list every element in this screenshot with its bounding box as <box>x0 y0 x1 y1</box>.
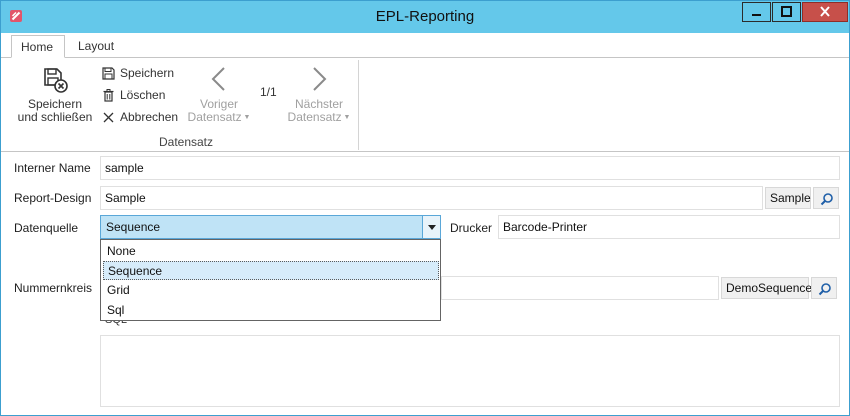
number-range-search-button[interactable] <box>811 277 837 299</box>
datasource-option-sql[interactable]: Sql <box>103 301 439 320</box>
window-title: EPL-Reporting <box>375 8 475 25</box>
internal-name-label: Interner Name <box>14 161 91 175</box>
datasource-select[interactable]: Sequence <box>100 215 441 239</box>
next-record-button[interactable]: Nächster Datensatz ▼ <box>284 66 354 124</box>
minimize-icon <box>752 14 761 16</box>
maximize-button[interactable] <box>772 2 801 22</box>
previous-record-button[interactable]: Voriger Datensatz ▼ <box>187 66 251 124</box>
close-button[interactable] <box>802 2 848 22</box>
datasource-option-none[interactable]: None <box>103 242 439 261</box>
number-range-link-button[interactable]: DemoSequence <box>721 277 812 299</box>
chevron-down-icon <box>428 225 436 230</box>
printer-label: Drucker <box>450 221 493 235</box>
record-counter: 1/1 <box>260 85 277 99</box>
minimize-button[interactable] <box>742 2 771 22</box>
ribbon-panel: Speichern und schließen Speichern Lösche… <box>1 57 849 152</box>
tab-layout[interactable]: Layout <box>69 35 123 58</box>
save-label: Speichern <box>120 66 175 80</box>
cancel-label: Abbrechen <box>120 110 179 124</box>
maximize-icon <box>781 6 792 17</box>
ribbon-tabs: Home Layout <box>1 33 849 58</box>
ribbon-group-label: Datensatz <box>158 135 214 149</box>
report-design-search-button[interactable] <box>813 187 839 209</box>
save-and-close-button[interactable]: Speichern und schließen <box>13 66 97 124</box>
report-design-input[interactable]: Sample <box>100 186 763 210</box>
number-range-label: Nummernkreis <box>14 281 93 295</box>
close-icon <box>820 6 830 17</box>
chevron-left-icon <box>211 67 225 91</box>
prev-dropdown-caret-icon: ▼ <box>241 114 251 121</box>
sql-textarea[interactable] <box>100 335 840 407</box>
datasource-selected-value: Sequence <box>106 220 161 234</box>
app-window: EPL-Reporting Home Layout Speichern und … <box>0 0 850 416</box>
delete-label: Löschen <box>120 88 166 102</box>
datasource-option-grid[interactable]: Grid <box>103 281 439 300</box>
internal-name-input[interactable]: sample <box>100 156 840 180</box>
printer-input[interactable]: Barcode-Printer <box>498 215 840 239</box>
chevron-right-icon <box>313 67 327 91</box>
prev-label-2: Datensatz <box>187 110 242 124</box>
floppy-disk-icon <box>102 67 115 80</box>
report-design-link-button[interactable]: Sample <box>765 187 811 209</box>
next-label-2: Datensatz <box>287 110 342 124</box>
datasource-dropdown-list: None Sequence Grid Sql <box>100 239 441 321</box>
ribbon-group-divider <box>358 60 359 150</box>
trash-icon <box>103 89 114 102</box>
save-close-icon <box>44 68 68 93</box>
search-icon <box>818 283 831 296</box>
save-close-label-2: und schließen <box>17 110 93 124</box>
next-dropdown-caret-icon: ▼ <box>341 114 351 121</box>
cancel-x-icon <box>103 112 114 123</box>
report-design-label: Report-Design <box>14 191 92 205</box>
search-icon <box>820 193 833 206</box>
datasource-dropdown-toggle[interactable] <box>422 216 440 238</box>
datasource-label: Datenquelle <box>14 221 79 235</box>
datasource-option-sequence[interactable]: Sequence <box>103 261 439 280</box>
number-range-input[interactable] <box>441 276 719 300</box>
tab-home[interactable]: Home <box>11 35 65 58</box>
title-bar[interactable]: EPL-Reporting <box>1 1 849 33</box>
